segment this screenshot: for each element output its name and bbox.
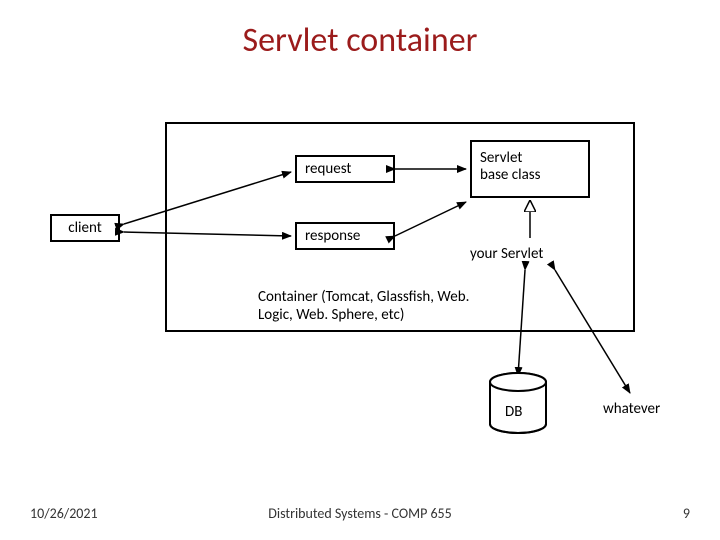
response-box: response xyxy=(295,222,395,250)
servlet-base-class-line1: Servlet xyxy=(480,150,580,167)
footer-course: Distributed Systems - COMP 655 xyxy=(0,505,720,522)
your-servlet-label: your Servlet xyxy=(470,245,543,263)
container-description: Container (Tomcat, Glassfish, Web. Logic… xyxy=(258,288,478,324)
slide-title: Servlet container xyxy=(0,20,720,61)
request-box: request xyxy=(295,155,395,183)
client-label: client xyxy=(68,219,101,237)
servlet-base-class-box: Servlet base class xyxy=(470,140,590,198)
your-servlet-label-box: your Servlet xyxy=(470,240,590,268)
whatever-box: whatever xyxy=(595,395,690,423)
servlet-base-class-line2: base class xyxy=(480,167,580,184)
client-box: client xyxy=(50,214,120,242)
db-label: DB xyxy=(505,403,522,421)
request-label: request xyxy=(305,160,351,178)
whatever-label: whatever xyxy=(603,400,660,418)
response-label: response xyxy=(305,227,360,245)
footer-page-number: 9 xyxy=(683,505,690,522)
